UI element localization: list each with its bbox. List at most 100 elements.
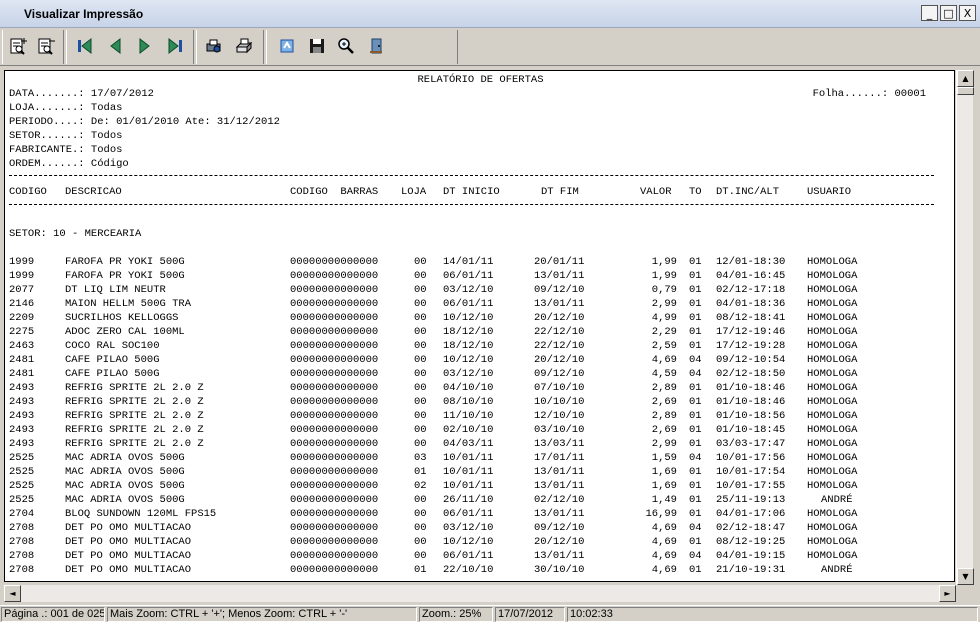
column-header-loja: LOJA	[401, 186, 427, 198]
row-dt-inc-alt: 12/01-18:30	[716, 256, 786, 268]
scroll-down-button[interactable]: ▼	[957, 568, 974, 585]
next-page-button[interactable]	[134, 36, 156, 56]
horizontal-scrollbar[interactable]: ◄ ►	[4, 585, 956, 602]
export-button[interactable]	[276, 36, 298, 56]
save-button[interactable]	[306, 36, 328, 56]
row-loja: 00	[414, 410, 427, 422]
table-row: 2493 REFRIG SPRITE 2L 2.0 Z 00000000000000…	[9, 437, 949, 451]
exit-door-icon	[370, 38, 382, 54]
row-loja: 02	[414, 480, 427, 492]
row-codigo-barras: 00000000000000	[290, 368, 379, 380]
row-loja: 01	[414, 564, 427, 576]
row-codigo-barras: 00000000000000	[290, 452, 379, 464]
row-dt-fim: 09/12/10	[534, 522, 585, 534]
floppy-icon	[310, 39, 324, 53]
row-dt-inicio: 03/12/10	[443, 284, 494, 296]
header-line-periodo: PERIODO....: De: 01/01/2010 Ate: 31/12/2…	[9, 116, 280, 128]
row-valor: 1,99	[651, 270, 677, 282]
column-header-descricao: DESCRICAO	[65, 186, 122, 198]
row-dt-inicio: 06/01/11	[443, 508, 494, 520]
row-to: 01	[689, 466, 702, 478]
row-dt-inc-alt: 04/01-16:45	[716, 270, 786, 282]
table-row: 1999 FAROFA PR YOKI 500G 00000000000000 00 0…	[9, 269, 949, 283]
printer-setup-button[interactable]	[203, 36, 225, 56]
row-usuario: HOMOLOGA	[807, 270, 858, 282]
row-valor: 4,69	[651, 564, 677, 576]
first-page-button[interactable]	[74, 36, 96, 56]
row-usuario: HOMOLOGA	[807, 550, 858, 562]
table-row: 2493 REFRIG SPRITE 2L 2.0 Z 00000000000000…	[9, 409, 949, 423]
column-header-codigo: CODIGO	[9, 186, 47, 198]
close-button[interactable]: X	[959, 5, 976, 21]
zoom-button[interactable]	[335, 36, 357, 56]
scroll-thumb[interactable]	[957, 87, 974, 95]
zoom-in-page-button[interactable]	[7, 36, 29, 56]
row-valor: 2,69	[651, 424, 677, 436]
right-arrow-icon	[139, 37, 150, 55]
maximize-button[interactable]: □	[940, 5, 957, 21]
minimize-button[interactable]: _	[921, 5, 938, 21]
row-dt-inc-alt: 10/01-17:54	[716, 466, 786, 478]
row-dt-inc-alt: 01/10-18:45	[716, 424, 786, 436]
row-usuario: HOMOLOGA	[807, 466, 858, 478]
row-dt-inc-alt: 10/01-17:55	[716, 480, 786, 492]
print-button[interactable]	[233, 36, 255, 56]
table-row: 2493 REFRIG SPRITE 2L 2.0 Z 00000000000000…	[9, 381, 949, 395]
exit-button[interactable]	[365, 36, 387, 56]
row-descricao: DT LIQ LIM NEUTR	[65, 284, 166, 296]
row-loja: 00	[414, 424, 427, 436]
row-codigo-barras: 00000000000000	[290, 536, 379, 548]
row-codigo: 2481	[9, 354, 35, 366]
row-dt-inicio: 10/12/10	[443, 312, 494, 324]
row-dt-inc-alt: 17/12-19:46	[716, 326, 786, 338]
row-loja: 00	[414, 298, 427, 310]
row-dt-inicio: 26/11/10	[443, 494, 494, 506]
title-bar: Visualizar Impressão _ □ X	[0, 0, 980, 28]
row-loja: 01	[414, 466, 427, 478]
row-valor: 2,99	[651, 438, 677, 450]
row-valor: 4,99	[651, 312, 677, 324]
report-title: RELATÓRIO DE OFERTAS	[417, 74, 544, 86]
row-valor: 4,69	[651, 550, 677, 562]
status-zoom-hint: Mais Zoom: CTRL + '+'; Menos Zoom: CTRL …	[107, 607, 417, 622]
row-usuario: HOMOLOGA	[807, 326, 858, 338]
row-to: 01	[689, 424, 702, 436]
column-header-dt-inicio: DT INICIO	[443, 186, 500, 198]
row-loja: 00	[414, 368, 427, 380]
zoom-out-page-button[interactable]	[35, 36, 57, 56]
last-page-button[interactable]	[164, 36, 186, 56]
row-dt-fim: 13/01/11	[534, 550, 585, 562]
row-dt-inc-alt: 21/10-19:31	[716, 564, 786, 576]
row-to: 04	[689, 368, 702, 380]
scroll-right-button[interactable]: ►	[939, 585, 956, 602]
row-codigo: 2525	[9, 480, 35, 492]
scroll-up-button[interactable]: ▲	[957, 70, 974, 87]
vertical-scrollbar[interactable]: ▲ ▼	[956, 70, 974, 585]
row-usuario: HOMOLOGA	[807, 438, 858, 450]
row-descricao: DET PO OMO MULTIACAO	[65, 550, 192, 562]
row-usuario: HOMOLOGA	[807, 382, 858, 394]
previous-page-button[interactable]	[104, 36, 126, 56]
row-dt-inicio: 04/10/10	[443, 382, 494, 394]
divider-bottom	[9, 204, 934, 205]
row-dt-fim: 20/12/10	[534, 312, 585, 324]
row-valor: 1,69	[651, 466, 677, 478]
row-codigo-barras: 00000000000000	[290, 410, 379, 422]
toolbar	[0, 28, 980, 66]
column-header-valor: VALOR	[640, 186, 672, 198]
report-viewer[interactable]: RELATÓRIO DE OFERTAS DATA.......: 17/07/…	[0, 67, 980, 603]
row-loja: 00	[414, 326, 427, 338]
page-number-folha: Folha......: 00001	[812, 88, 926, 100]
row-dt-inicio: 02/10/10	[443, 424, 494, 436]
row-codigo: 2708	[9, 536, 35, 548]
status-bar: Página .: 001 de 025 Mais Zoom: CTRL + '…	[0, 605, 980, 622]
table-row: 1999 FAROFA PR YOKI 500G 00000000000000 00 1…	[9, 255, 949, 269]
row-codigo: 2708	[9, 522, 35, 534]
table-row: 2708 DET PO OMO MULTIACAO 00000000000000 00…	[9, 535, 949, 549]
row-dt-inc-alt: 02/12-18:47	[716, 522, 786, 534]
table-row: 2146 MAION HELLM 500G TRA 00000000000000 00…	[9, 297, 949, 311]
scroll-left-button[interactable]: ◄	[4, 585, 21, 602]
row-dt-inc-alt: 04/01-17:06	[716, 508, 786, 520]
status-date: 17/07/2012	[495, 607, 565, 622]
row-to: 01	[689, 284, 702, 296]
